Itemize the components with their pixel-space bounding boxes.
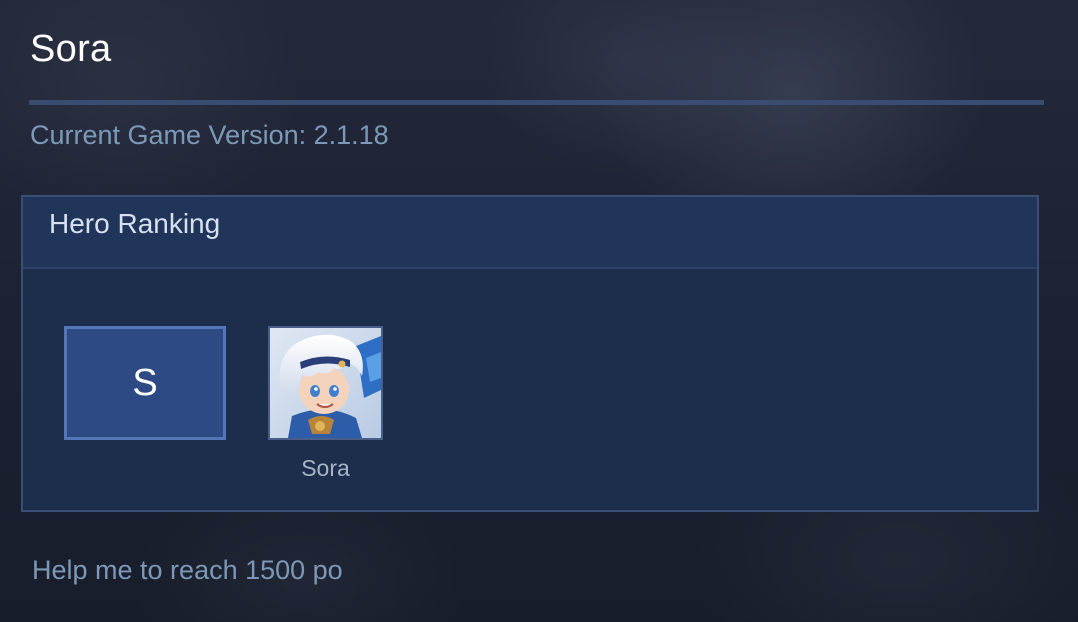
- hero-portrait-icon-art: [270, 328, 381, 438]
- title-divider: [29, 100, 1044, 105]
- hero-ranking-title: Hero Ranking: [49, 208, 221, 239]
- hero-portrait-icon[interactable]: [268, 326, 383, 440]
- page-title: Sora: [30, 28, 112, 70]
- tier-badge: S: [64, 326, 226, 440]
- hero-ranking-header: Hero Ranking: [23, 197, 1037, 269]
- hero-ranking-panel: Hero Ranking S Sora: [21, 195, 1039, 512]
- game-version-text: Current Game Version: 2.1.18: [30, 120, 389, 150]
- hero-name-label: Sora: [301, 455, 350, 481]
- help-text: Help me to reach 1500 po: [32, 555, 343, 585]
